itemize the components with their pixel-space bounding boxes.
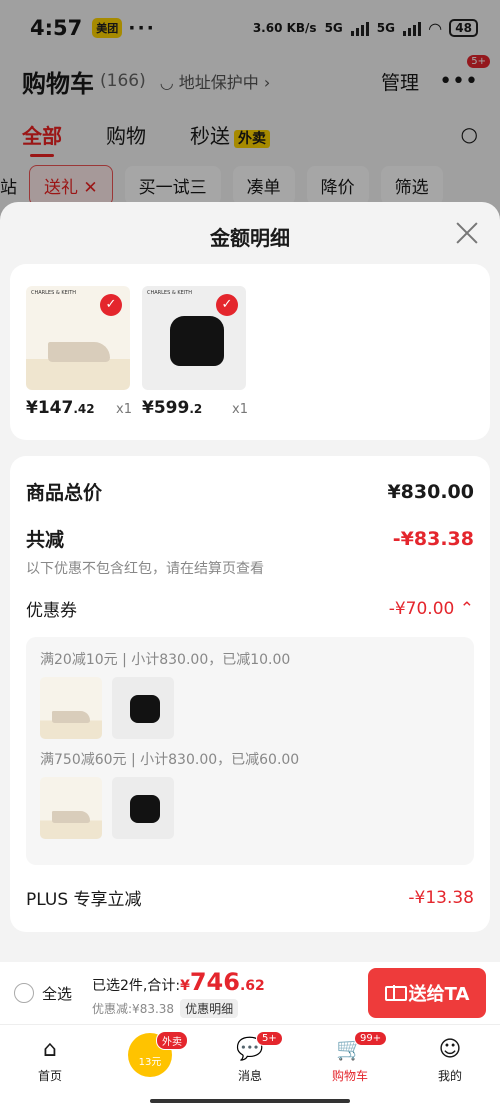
bottom-nav: ⌂ 首页 13元 外卖 💬 消息 5+ 🛒 购物车 99+ ☺ 我的 (0, 1024, 500, 1111)
messages-badge: 5+ (256, 1031, 283, 1046)
sum-block: 已选2件,合计: ¥746.62 优惠减:¥83.38 优惠明细 (92, 968, 265, 1018)
home-indicator (150, 1099, 350, 1103)
reduce-value: -¥83.38 (392, 527, 474, 550)
price-dec: .42 (73, 402, 95, 416)
select-all-label[interactable]: 全选 (42, 983, 72, 1004)
amount-detail-sheet: 金额明细 CHARLES & KEITH ✓ ¥147.42 x1 CHARLE… (0, 202, 500, 962)
mini-shoe-image (40, 777, 102, 839)
nav-home-label: 首页 (37, 1069, 62, 1083)
detail-chip[interactable]: 优惠明细 (180, 999, 239, 1018)
amount-dec: .62 (239, 978, 265, 994)
product-item[interactable]: CHARLES & KEITH ✓ ¥599.2 x1 (142, 286, 248, 440)
price-detail-card: 商品总价 ¥830.00 共减 -¥83.38 以下优惠不包含红包，请在结算页查… (10, 456, 490, 932)
product-price: ¥599.2 x1 (142, 398, 248, 418)
mini-bag-image (112, 777, 174, 839)
mini-shoe-image (40, 677, 102, 739)
coupon-products (40, 677, 460, 739)
product-qty: x1 (232, 402, 248, 417)
check-icon[interactable]: ✓ (216, 294, 238, 316)
coupon-rule: 满20减10元 | 小计830.00，已减10.00 (40, 652, 291, 668)
mini-bag-image (112, 677, 174, 739)
coupon-products (40, 777, 460, 839)
product-list: CHARLES & KEITH ✓ ¥147.42 x1 CHARLES & K… (10, 264, 490, 440)
product-image-bag: CHARLES & KEITH ✓ (142, 286, 246, 390)
product-image-shoe: CHARLES & KEITH ✓ (26, 286, 130, 390)
coupon-rule: 满750减60元 | 小计830.00，已减60.00 (40, 752, 300, 768)
selected-label: 已选2件,合计: (92, 978, 181, 994)
select-all-radio[interactable] (14, 983, 34, 1003)
reduce-label: 共减 (26, 529, 65, 551)
nav-profile[interactable]: ☺ 我的 (400, 1025, 500, 1111)
plus-label: PLUS 专享立减 (26, 890, 142, 910)
nav-messages-label: 消息 (237, 1069, 262, 1083)
sheet-title: 金额明细 (210, 226, 290, 250)
sum-top: 已选2件,合计: ¥746.62 (92, 968, 265, 996)
coupon-amount: -¥70.00 (388, 598, 455, 619)
price-int: ¥599 (142, 398, 190, 418)
checkout-bar: 全选 已选2件,合计: ¥746.62 优惠减:¥83.38 优惠明细 送给TA (0, 962, 500, 1024)
coupon-value: -¥70.00 ⌃ (389, 599, 474, 619)
total-value: ¥830.00 (387, 480, 474, 503)
waimai-badge: 外卖 (156, 1031, 188, 1050)
reduce-note: 以下优惠不包含红包，请在结算页查看 (26, 561, 264, 577)
product-price: ¥147.42 x1 (26, 398, 132, 418)
coupon-row[interactable]: 优惠券 -¥70.00 ⌃ (26, 596, 474, 622)
gift-icon (384, 985, 407, 1001)
check-icon[interactable]: ✓ (100, 294, 122, 316)
total-row: 商品总价 ¥830.00 (26, 478, 474, 505)
coupon-label: 优惠券 (26, 601, 77, 621)
shoe-shape (48, 342, 110, 362)
nav-profile-label: 我的 (437, 1069, 462, 1083)
nav-cart-label: 购物车 (331, 1069, 368, 1083)
cart-badge: 99+ (354, 1031, 388, 1046)
price-dec: .2 (189, 402, 203, 416)
total-amount: ¥746.62 (180, 968, 265, 996)
currency: ¥ (180, 978, 190, 994)
price-int: ¥147 (26, 398, 74, 418)
home-icon: ⌂ (43, 1037, 57, 1062)
product-qty: x1 (116, 402, 132, 417)
brand-label: CHARLES & KEITH (147, 290, 193, 296)
brand-label: CHARLES & KEITH (31, 290, 77, 296)
send-label: 送给TA (408, 984, 470, 1005)
bag-shape (170, 316, 224, 366)
plus-value: -¥13.38 (408, 887, 474, 908)
close-icon[interactable] (454, 220, 480, 246)
coupon-detail-box: 满20减10元 | 小计830.00，已减10.00 满750减60元 | 小计… (26, 637, 474, 865)
total-label: 商品总价 (26, 482, 103, 504)
plus-row: PLUS 专享立减 -¥13.38 (26, 885, 474, 911)
sum-bottom: 优惠减:¥83.38 优惠明细 (92, 999, 265, 1018)
chevron-up-icon: ⌃ (459, 598, 474, 619)
nav-home[interactable]: ⌂ 首页 (0, 1025, 100, 1111)
product-item[interactable]: CHARLES & KEITH ✓ ¥147.42 x1 (26, 286, 132, 440)
send-gift-button[interactable]: 送给TA (368, 968, 486, 1018)
message-icon: 💬 (236, 1037, 264, 1062)
reduce-row: 共减 -¥83.38 (26, 525, 474, 552)
amount-int: 746 (189, 968, 240, 996)
saved-label: 优惠减:¥83.38 (92, 1002, 175, 1016)
profile-icon: ☺ (438, 1037, 462, 1062)
